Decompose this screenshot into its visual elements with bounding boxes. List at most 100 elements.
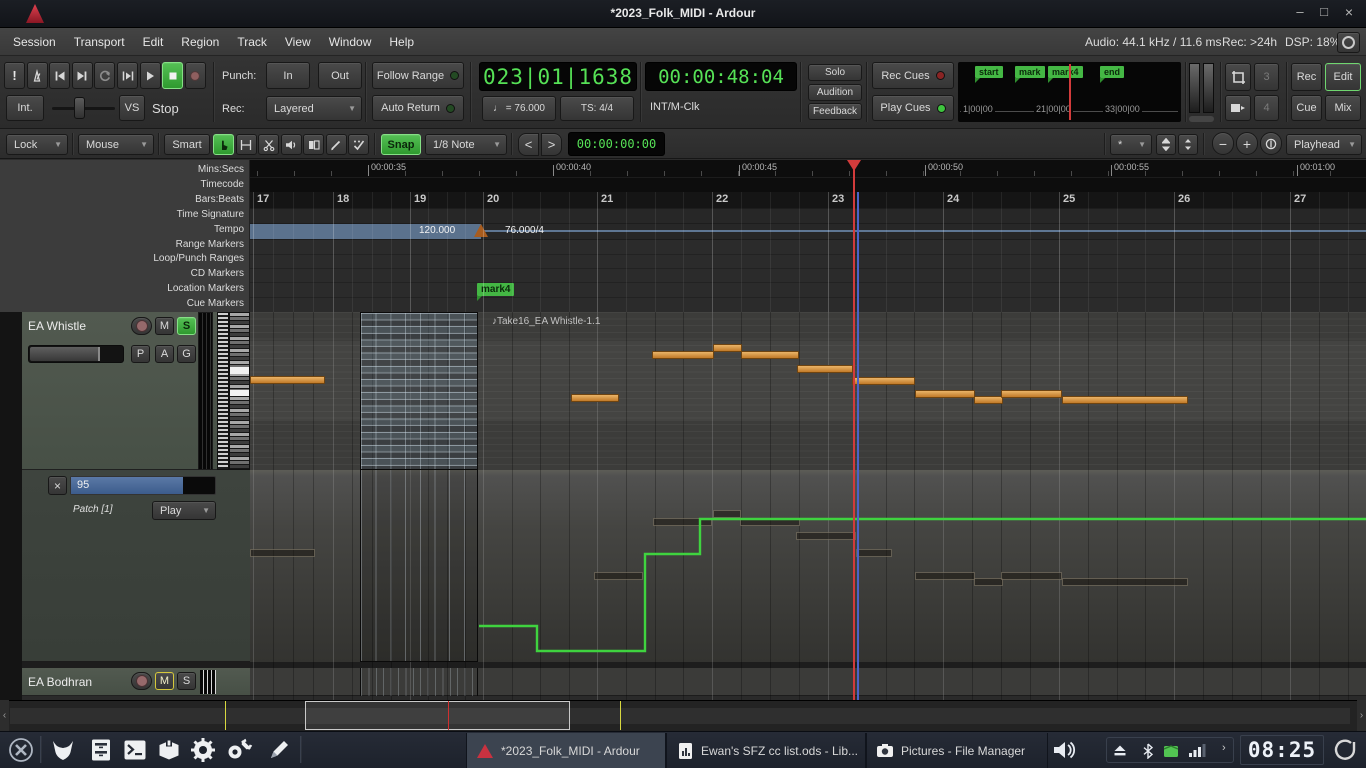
launcher-file-cabinet[interactable] [84,736,118,764]
grid-unit-dropdown[interactable]: 1/8 Note▼ [425,134,507,155]
sync-source-button[interactable]: Int. [6,95,44,121]
mode-mix-button[interactable]: Mix [1325,95,1361,121]
midi-panic-button[interactable]: ! [4,62,25,89]
zoom-focus-dropdown[interactable]: *▼ [1110,134,1152,155]
track-header-ea-whistle[interactable] [22,312,250,470]
shrink-tracks-button[interactable] [1178,134,1198,155]
tray-volume-icon[interactable] [1052,739,1078,766]
group-4-button[interactable]: 4 [1254,95,1279,121]
tray-vbox-icon[interactable] [1162,743,1180,764]
mini-marker-mark4[interactable]: mark4 [1048,66,1083,78]
track1-automation-button[interactable]: A [155,345,174,363]
midi-note[interactable] [713,344,742,352]
minimize-button[interactable]: – [1291,4,1309,22]
midi-note[interactable] [652,351,714,359]
zoom-out-button[interactable]: − [1212,132,1234,155]
mode-cue-button[interactable]: Cue [1291,95,1322,121]
ruler-label-cd-markers[interactable]: CD Markers [0,266,244,281]
monitor-feedback-button[interactable]: Feedback [808,103,862,120]
close-button[interactable]: × [1340,4,1358,22]
lock-dropdown[interactable]: Lock▼ [6,134,68,155]
timesig-button[interactable]: TS: 4/4 [560,96,634,121]
editor-visibility-button[interactable] [1225,63,1251,91]
nudge-clock[interactable]: 00:00:00:00 [568,132,665,156]
varispeed-button[interactable]: VS [119,95,145,121]
step-entry-grid[interactable] [360,312,478,470]
play-button[interactable] [140,62,161,89]
menu-item-session[interactable]: Session [4,29,65,55]
mini-marker-start[interactable]: start [975,66,1003,78]
midi-note[interactable] [741,351,799,359]
launcher-pen[interactable] [262,736,296,764]
summary-scroll-right[interactable]: › [1357,700,1366,731]
go-end-button[interactable] [72,62,93,89]
tray-expand-chevron[interactable]: › [1222,742,1226,754]
ruler-marker-rows[interactable] [250,239,1366,312]
smart-mode-button[interactable]: Smart [164,134,210,155]
rec-mode-dropdown[interactable]: Layered▼ [266,96,362,121]
tool-audition-button[interactable] [281,134,302,155]
ruler-label-location-markers[interactable]: Location Markers [0,281,244,296]
midi-note[interactable] [1062,396,1188,404]
track1-playlist-button[interactable]: P [131,345,150,363]
track-name-ea-whistle[interactable]: EA Whistle [28,319,86,333]
punch-out-button[interactable]: Out [318,62,362,89]
launcher-web-browser[interactable] [46,736,80,764]
tool-grab-button[interactable] [213,134,234,155]
secondary-clock[interactable]: 00:00:48:04 [645,62,797,91]
maximize-button[interactable]: □ [1315,4,1333,22]
tool-stretch-button[interactable] [303,134,324,155]
ruler-label-cue-markers[interactable]: Cue Markers [0,296,244,311]
track1-group-button[interactable]: G [177,345,196,363]
group-3-button[interactable]: 3 [1254,63,1279,91]
lane-header-velocity[interactable] [22,470,250,662]
taskbar-window-3[interactable]: Pictures - File Manager [866,733,1048,768]
launcher-settings[interactable] [186,736,220,764]
ruler-label-timecode[interactable]: Timecode [0,177,244,192]
tool-content-button[interactable] [348,134,369,155]
auto-return-toggle[interactable]: Auto Return [372,95,464,121]
go-start-button[interactable] [49,62,70,89]
midi-note[interactable] [915,390,975,398]
taskbar-window-1[interactable]: *2023_Folk_MIDI - Ardour [466,733,666,768]
midi-note[interactable] [974,396,1003,404]
loop-button[interactable] [94,62,115,89]
track2-mute-button[interactable]: M [155,672,174,690]
menu-item-region[interactable]: Region [172,29,228,55]
rec-cues-button[interactable]: Rec Cues [872,62,954,89]
punch-in-button[interactable]: In [266,62,310,89]
lane-mode-dropdown[interactable]: Play▼ [152,501,216,520]
recorder-visibility-button[interactable] [1225,95,1251,121]
track1-mute-button[interactable]: M [155,317,174,335]
play-cues-button[interactable]: Play Cues [872,95,954,121]
record-button[interactable] [185,62,206,89]
tray-network-icon[interactable] [1188,743,1208,763]
primary-clock[interactable]: 023|01|1638 [479,62,637,91]
lane-value-slider[interactable]: 95 [70,476,216,495]
track2-record-button[interactable] [131,672,152,690]
mini-marker-mark[interactable]: mark [1015,66,1045,78]
metronome-button[interactable] [27,62,48,89]
tray-bluetooth-icon[interactable] [1142,743,1154,764]
launcher-terminal[interactable] [118,736,152,764]
ruler-label-range-markers[interactable]: Range Markers [0,237,244,252]
tempo-button[interactable]: ♩ = 76.000 [482,96,556,121]
logout-button[interactable] [1332,737,1358,763]
nudge-back-button[interactable]: < [518,133,539,156]
summary-viewport[interactable] [305,701,570,730]
midi-note[interactable] [571,394,619,402]
taskbar-window-2[interactable]: Ewan's SFZ cc list.ods - Lib... [666,733,866,768]
tempo-marker-icon[interactable] [474,224,488,237]
monitor-solo-button[interactable]: Solo [808,64,862,81]
launcher-package[interactable] [152,736,186,764]
midi-note[interactable] [1001,390,1062,398]
track1-gain-fader[interactable] [28,345,124,363]
playhead-line[interactable] [853,165,855,700]
lane-close-button[interactable]: × [48,476,67,495]
midi-scroomer[interactable] [217,312,229,470]
follow-range-toggle[interactable]: Follow Range [372,62,464,89]
menu-item-edit[interactable]: Edit [134,29,173,55]
menu-item-track[interactable]: Track [228,29,276,55]
nudge-forward-button[interactable]: > [541,133,562,156]
tool-draw-button[interactable] [326,134,347,155]
